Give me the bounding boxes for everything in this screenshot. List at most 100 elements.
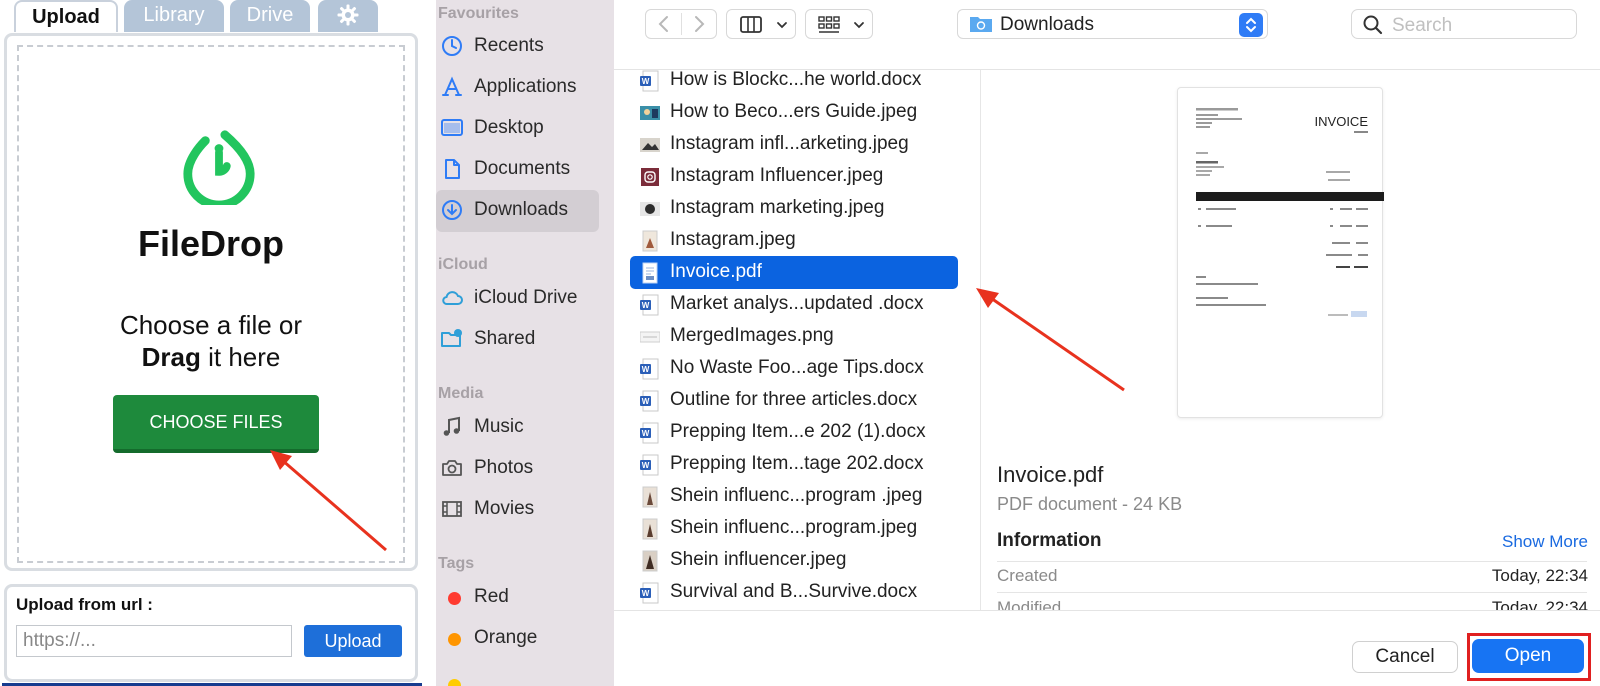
word-doc-icon: W — [640, 390, 659, 412]
svg-text:W: W — [642, 429, 650, 438]
camera-icon — [442, 460, 462, 476]
open-button[interactable]: Open — [1472, 639, 1584, 673]
grid-view-icon — [818, 16, 840, 33]
list-item[interactable]: W Outline for three articles.docx — [630, 384, 958, 417]
list-item[interactable]: Shein influenc...program.jpeg — [630, 512, 958, 545]
list-item[interactable]: How to Beco...ers Guide.jpeg — [630, 96, 958, 129]
sidebar-item-desktop[interactable]: Desktop — [436, 108, 599, 150]
list-item[interactable]: W Prepping Item...tage 202.docx — [630, 448, 958, 481]
image-file-icon — [641, 168, 659, 186]
sidebar-section-favourites: Favourites — [438, 5, 519, 22]
gear-icon — [337, 4, 359, 26]
word-doc-icon: W — [640, 70, 659, 92]
location-stepper[interactable] — [1239, 13, 1263, 37]
info-value-modified: Today, 22:34 — [1491, 598, 1588, 610]
sidebar-item-shared[interactable]: Shared — [436, 319, 599, 361]
chevron-left-icon[interactable] — [647, 10, 681, 38]
sidebar-item-label: iCloud Drive — [474, 287, 578, 308]
desktop-icon — [441, 119, 463, 136]
word-doc-icon: W — [640, 454, 659, 476]
choose-line-2: Drag it here — [19, 341, 403, 373]
search-field[interactable]: Search — [1351, 9, 1577, 39]
sidebar-item-label: Photos — [474, 457, 534, 478]
list-item[interactable]: Instagram marketing.jpeg — [630, 192, 958, 225]
file-name: How to Beco...ers Guide.jpeg — [670, 101, 918, 122]
music-note-icon — [443, 416, 460, 436]
list-item[interactable]: Instagram Influencer.jpeg — [630, 160, 958, 193]
list-item[interactable]: W Survival and B...Survive.docx — [630, 576, 958, 609]
list-item[interactable]: W No Waste Foo...age Tips.docx — [630, 352, 958, 385]
image-file-icon — [640, 202, 660, 216]
file-name: How is Blockc...he world.docx — [670, 70, 922, 90]
cancel-button[interactable]: Cancel — [1352, 641, 1458, 673]
location-popup[interactable]: Downloads — [957, 9, 1268, 39]
chevron-right-icon[interactable] — [682, 10, 716, 38]
image-file-icon — [642, 550, 658, 572]
choose-files-button[interactable]: CHOOSE FILES — [113, 395, 319, 453]
sidebar-item-label: Downloads — [474, 199, 568, 220]
image-file-icon — [642, 486, 658, 508]
info-key-created: Created — [997, 566, 1058, 585]
list-item[interactable]: Shein influencer.jpeg — [630, 544, 958, 577]
svg-text:W: W — [642, 589, 650, 598]
list-item[interactable]: Shein influenc...program .jpeg — [630, 480, 958, 513]
sidebar-item-recents[interactable]: Recents — [436, 26, 599, 68]
view-mode-button[interactable] — [726, 9, 796, 39]
file-name: Instagram Influencer.jpeg — [670, 165, 884, 186]
list-item[interactable]: MergedImages.png — [630, 320, 958, 353]
sidebar-item-music[interactable]: Music — [436, 407, 599, 449]
file-name: Shein influenc...program.jpeg — [670, 517, 918, 538]
tab-drive[interactable]: Drive — [230, 0, 310, 32]
url-input[interactable]: https://... — [16, 625, 292, 657]
list-item[interactable]: Instagram infl...arketing.jpeg — [630, 128, 958, 161]
file-name: Market analys...updated .docx — [670, 293, 924, 314]
sidebar-item-label: Recents — [474, 35, 544, 56]
sidebar-item-tag-partial[interactable] — [436, 664, 599, 686]
tab-library[interactable]: Library — [124, 0, 224, 32]
sidebar-item-label: Red — [474, 586, 509, 607]
sidebar-item-applications[interactable]: Applications — [436, 67, 599, 109]
tab-settings[interactable] — [318, 0, 378, 32]
finder-toolbar: Downloads Search — [614, 0, 1600, 70]
preview-pane: INVOICE Invoice.pdf PDF document - 24 KB… — [981, 70, 1600, 610]
sidebar-item-label: Desktop — [474, 117, 544, 138]
sidebar-item-label: Documents — [474, 158, 571, 179]
svg-text:W: W — [642, 461, 650, 470]
list-item[interactable]: Instagram.jpeg — [630, 224, 958, 257]
sidebar-item-tag-orange[interactable]: Orange — [436, 618, 599, 660]
search-placeholder: Search — [1392, 15, 1453, 36]
choose-instructions: Choose a file or Drag it here — [19, 309, 403, 373]
filedrop-droplet-icon — [183, 130, 255, 205]
sidebar-section-icloud: iCloud — [438, 256, 488, 273]
sidebar-item-movies[interactable]: Movies — [436, 489, 599, 531]
file-name: Instagram infl...arketing.jpeg — [670, 133, 909, 154]
sidebar-item-tag-red[interactable]: Red — [436, 577, 599, 619]
show-more-link[interactable]: Show More — [1502, 532, 1588, 552]
sidebar-item-icloud-drive[interactable]: iCloud Drive — [436, 278, 599, 320]
brand-name: FileDrop — [137, 223, 284, 264]
drop-zone[interactable]: FileDrop Choose a file or Drag it here C… — [17, 45, 405, 563]
chevron-down-icon — [854, 22, 864, 29]
sidebar-item-downloads[interactable]: Downloads — [436, 190, 599, 232]
list-item[interactable]: W How is Blockc...he world.docx — [630, 70, 958, 97]
word-doc-icon: W — [640, 582, 659, 604]
yellow-tag-dot-icon — [448, 679, 461, 686]
list-item[interactable]: W Prepping Item...e 202 (1).docx — [630, 416, 958, 449]
url-upload-button[interactable]: Upload — [304, 625, 402, 657]
finder-sidebar: Favourites Recents Applications Desktop … — [436, 0, 614, 686]
sidebar-item-photos[interactable]: Photos — [436, 448, 599, 490]
list-item-selected[interactable]: Invoice.pdf — [630, 256, 958, 289]
sidebar-section-media: Media — [438, 385, 484, 402]
file-name: Survival and B...Survive.docx — [670, 581, 918, 602]
sidebar-item-label: Applications — [474, 76, 577, 97]
file-name: Instagram.jpeg — [670, 229, 796, 250]
list-item[interactable]: W Market analys...updated .docx — [630, 288, 958, 321]
file-name: No Waste Foo...age Tips.docx — [670, 357, 924, 378]
url-label: Upload from url : — [16, 595, 153, 614]
group-by-button[interactable] — [805, 9, 873, 39]
downloads-folder-icon — [970, 17, 992, 32]
sidebar-item-documents[interactable]: Documents — [436, 149, 599, 191]
svg-text:W: W — [642, 77, 650, 86]
download-icon — [442, 200, 462, 220]
tab-upload[interactable]: Upload — [14, 0, 118, 32]
